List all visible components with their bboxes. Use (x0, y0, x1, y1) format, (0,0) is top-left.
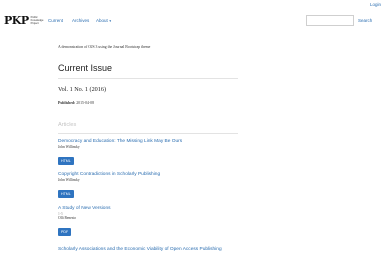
article-title-link[interactable]: Copyright Contradictions in Scholarly Pu… (58, 172, 258, 177)
article-author: John Willinsky (58, 144, 80, 149)
article-title-link[interactable]: Democracy and Education: The Missing Lin… (58, 139, 258, 144)
article-author: John Willinsky (58, 177, 80, 182)
galley-button[interactable]: HTML (58, 156, 74, 165)
login-link[interactable]: Login (370, 2, 381, 7)
divider (58, 78, 238, 79)
published-date: Published: 2015-04-08 (58, 101, 94, 105)
article-title-link[interactable]: A Study of New Versions (58, 206, 258, 211)
divider (58, 133, 238, 134)
section-heading-articles: Articles (58, 122, 77, 128)
list-item: A Study of New Versions 1-5 Olli Benesto… (58, 206, 258, 238)
galley-button[interactable]: PDF (58, 228, 72, 236)
article-title-link[interactable]: Scholarly Associations and the Economic … (58, 247, 258, 252)
site-logo[interactable]: PKP Public Knowledge Project (4, 15, 47, 26)
published-label: Published: (58, 101, 76, 105)
nav-about[interactable]: About▼ (96, 18, 112, 23)
search-button[interactable]: Search (358, 18, 372, 23)
intro-text: A demonstration of OJS 3 using the Journ… (58, 45, 151, 49)
article-author: Olli Benesto (58, 216, 77, 220)
list-item: Copyright Contradictions in Scholarly Pu… (58, 172, 258, 200)
nav-archives[interactable]: Archives (72, 18, 89, 23)
nav-current[interactable]: Current (48, 18, 63, 23)
issue-identification: Vol. 1 No. 1 (2016) (58, 86, 107, 93)
chevron-down-icon: ▼ (108, 19, 112, 23)
search-input[interactable] (306, 15, 354, 26)
nav-about-label: About (96, 18, 108, 23)
published-value: 2015-04-08 (76, 101, 94, 105)
logo-mark: PKP (4, 14, 29, 27)
logo-text: Public Knowledge Project (30, 16, 44, 25)
top-bar: Login (0, 0, 384, 12)
list-item: Democracy and Education: The Missing Lin… (58, 139, 258, 167)
page-title: Current Issue (58, 63, 113, 73)
article-pages: 1-5 (58, 211, 63, 216)
galley-button[interactable]: HTML (58, 189, 74, 198)
list-item: Scholarly Associations and the Economic … (58, 247, 258, 252)
